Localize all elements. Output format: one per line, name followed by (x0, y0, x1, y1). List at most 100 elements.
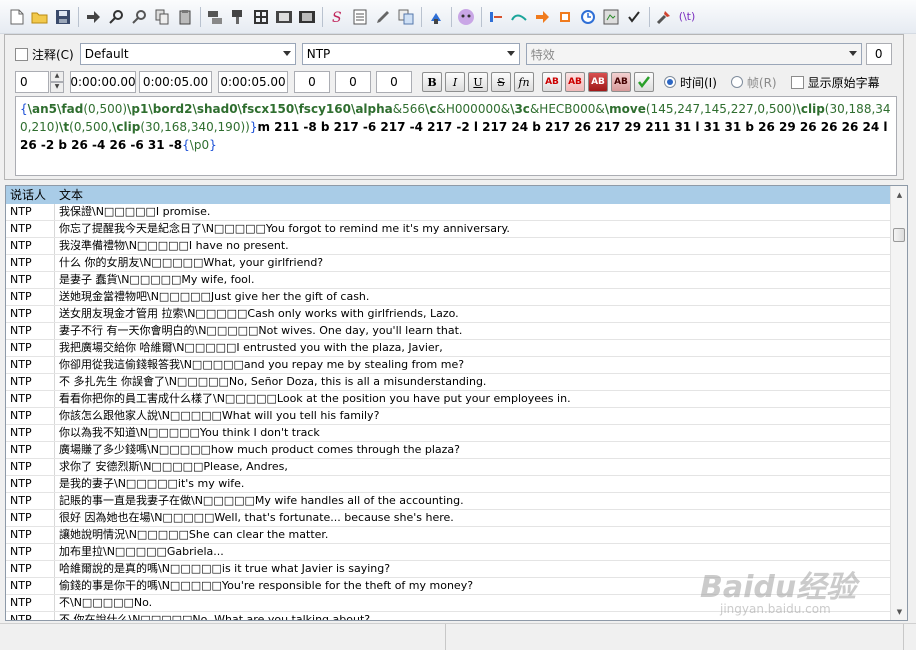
text-cell: 妻子不行 有一天你會明白的\N□□□□□Not wives. One day, … (59, 324, 463, 337)
text-cell: 很好 因為她也在場\N□□□□□Well, that's fortunate..… (59, 511, 454, 524)
editor-segment: &HECB000& (529, 102, 605, 116)
video-icon[interactable] (273, 6, 295, 28)
table-row[interactable]: NTP 你忘了提醒我今天是紀念日了\N□□□□□You forgot to rem… (6, 221, 890, 238)
editor-segment: \fad (57, 102, 84, 116)
automation-icon[interactable] (425, 6, 447, 28)
actor-dropdown[interactable]: NTP (301, 43, 520, 65)
table-row[interactable]: NTP 送女朋友現金才管用 拉索\N□□□□□Cash only works wi… (6, 306, 890, 323)
table-row[interactable]: NTP 妻子不行 有一天你會明白的\N□□□□□Not wives. One da… (6, 323, 890, 340)
find-replace-icon[interactable] (128, 6, 150, 28)
time-radio[interactable] (664, 76, 676, 88)
primary-color-button[interactable]: AB (542, 72, 562, 92)
margin-left-field[interactable]: 0 (294, 71, 330, 93)
column-header-text[interactable]: 文本 (55, 186, 83, 204)
table-row[interactable]: NTP 我沒準備禮物\N□□□□□I have no present. (6, 238, 890, 255)
margin-right-field[interactable]: 0 (335, 71, 371, 93)
actor-cell: NTP (6, 374, 55, 390)
find-icon[interactable] (105, 6, 127, 28)
bold-button[interactable]: B (422, 72, 442, 92)
save-icon[interactable] (52, 6, 74, 28)
text-cell: 我保證\N□□□□□I promise. (59, 205, 211, 218)
table-row[interactable]: NTP 你該怎么跟他家人說\N□□□□□What will you tell hi… (6, 408, 890, 425)
scroll-thumb[interactable] (893, 228, 905, 242)
line-break-label[interactable]: (\t) (676, 6, 698, 28)
jump-arrow-icon[interactable] (82, 6, 104, 28)
text-cell: 偷錢的事是你干的嗎\N□□□□□You're responsible for t… (59, 579, 474, 592)
table-row[interactable]: NTP 你以為我不知道\N□□□□□You think I don't track (6, 425, 890, 442)
outline-color-button[interactable]: AB (588, 72, 608, 92)
table-row[interactable]: NTP 我保證\N□□□□□I promise. (6, 204, 890, 221)
spin-down-icon[interactable]: ▼ (50, 82, 64, 93)
margin-spinner[interactable]: ▲ ▼ (50, 71, 64, 93)
table-row[interactable]: NTP 加布里拉\N□□□□□Gabriela... (6, 544, 890, 561)
properties-icon[interactable] (349, 6, 371, 28)
shift-times-icon[interactable] (485, 6, 507, 28)
style-dropdown[interactable]: Default (79, 43, 296, 65)
margin-vertical-value: 0 (390, 75, 398, 89)
text-cell: 不\N□□□□□No. (59, 596, 153, 609)
layer-field[interactable]: 0 (865, 43, 892, 65)
check-icon[interactable] (623, 6, 645, 28)
editor-segment: \shad0 (192, 102, 238, 116)
pen-icon[interactable] (372, 6, 394, 28)
spell-check-icon[interactable]: S (326, 6, 348, 28)
duration-field[interactable]: 0:00:05.00 (218, 71, 288, 93)
copy-style-icon[interactable] (151, 6, 173, 28)
table-row[interactable]: NTP 送她現金當禮物吧\N□□□□□Just give her the gift… (6, 289, 890, 306)
secondary-color-button[interactable]: AB (565, 72, 585, 92)
tools-icon[interactable] (653, 6, 675, 28)
table-row[interactable]: NTP 我把廣場交給你 哈維爾\N□□□□□I entrusted you wit… (6, 340, 890, 357)
table-row[interactable]: NTP 讓她說明情況\N□□□□□She can clear the matter… (6, 527, 890, 544)
table-row[interactable]: NTP 記賬的事一直是我妻子在做\N□□□□□My wife handles al… (6, 493, 890, 510)
mascot-icon[interactable] (455, 6, 477, 28)
table-row[interactable]: NTP 是我的妻子\N□□□□□it's my wife. (6, 476, 890, 493)
new-file-icon[interactable] (6, 6, 28, 28)
resample-icon[interactable] (600, 6, 622, 28)
status-pane-1 (0, 624, 446, 650)
vertical-scrollbar[interactable]: ▲ ▼ (890, 186, 907, 620)
paste-style-icon[interactable] (174, 6, 196, 28)
table-row[interactable]: NTP 不 多扎先生 你誤會了\N□□□□□No, Señor Doza, thi… (6, 374, 890, 391)
actor-cell: NTP (6, 595, 55, 611)
actor-value: NTP (306, 47, 331, 61)
strikeout-label: S (497, 75, 505, 89)
column-header-actor[interactable]: 说话人 (6, 186, 55, 204)
shadow-color-button[interactable]: AB (611, 72, 631, 92)
margin-vertical-field[interactable]: 0 (376, 71, 412, 93)
table-row[interactable]: NTP 很好 因為她也在場\N□□□□□Well, that's fortunat… (6, 510, 890, 527)
clock-icon[interactable] (577, 6, 599, 28)
layer-value: 0 (874, 47, 883, 61)
strikeout-button[interactable]: S (491, 72, 511, 92)
next-line-icon[interactable] (531, 6, 553, 28)
spin-up-icon[interactable]: ▲ (50, 71, 64, 82)
stop-icon[interactable] (554, 6, 576, 28)
table-row[interactable]: NTP 求你了 安德烈斯\N□□□□□Please, Andres, (6, 459, 890, 476)
attachments-icon[interactable] (227, 6, 249, 28)
margin-left-value: 0 (308, 75, 316, 89)
table-row[interactable]: NTP 你卻用從我這偷錢報答我\N□□□□□and you repay me by… (6, 357, 890, 374)
baidu-watermark: Baidu经验 jingyan.baidu.com (700, 562, 900, 622)
frame-radio[interactable] (730, 76, 743, 88)
table-row[interactable]: NTP 看看你把你的員工害成什么樣了\N□□□□□Look at the posi… (6, 391, 890, 408)
margin-field[interactable]: 0 (15, 71, 49, 93)
timing-post-icon[interactable] (508, 6, 530, 28)
translate-icon[interactable] (395, 6, 417, 28)
commit-button[interactable] (634, 72, 654, 92)
italic-button[interactable]: I (445, 72, 465, 92)
fonts-collector-icon[interactable] (250, 6, 272, 28)
table-row[interactable]: NTP 是妻子 蠢貨\N□□□□□My wife, fool. (6, 272, 890, 289)
start-time-field[interactable]: 0:00:00.00 (70, 71, 136, 93)
scroll-up-icon[interactable]: ▲ (891, 186, 907, 203)
show-original-checkbox[interactable] (790, 75, 804, 89)
subtitle-text-editor[interactable]: {\an5\fad(0,500)\p1\bord2\shad0\fscx150\… (15, 96, 897, 176)
font-button[interactable]: fn (514, 72, 534, 92)
underline-button[interactable]: U (468, 72, 488, 92)
table-row[interactable]: NTP 廣場賺了多少錢嗎\N□□□□□how much product comes… (6, 442, 890, 459)
table-row[interactable]: NTP 什么 你的女朋友\N□□□□□What, your girlfriend? (6, 255, 890, 272)
film-icon[interactable] (296, 6, 318, 28)
effect-dropdown[interactable]: 特效 (525, 43, 862, 65)
styles-manager-icon[interactable] (204, 6, 226, 28)
open-folder-icon[interactable] (29, 6, 51, 28)
comment-checkbox[interactable] (15, 47, 28, 61)
end-time-field[interactable]: 0:00:05.00 (139, 71, 212, 93)
